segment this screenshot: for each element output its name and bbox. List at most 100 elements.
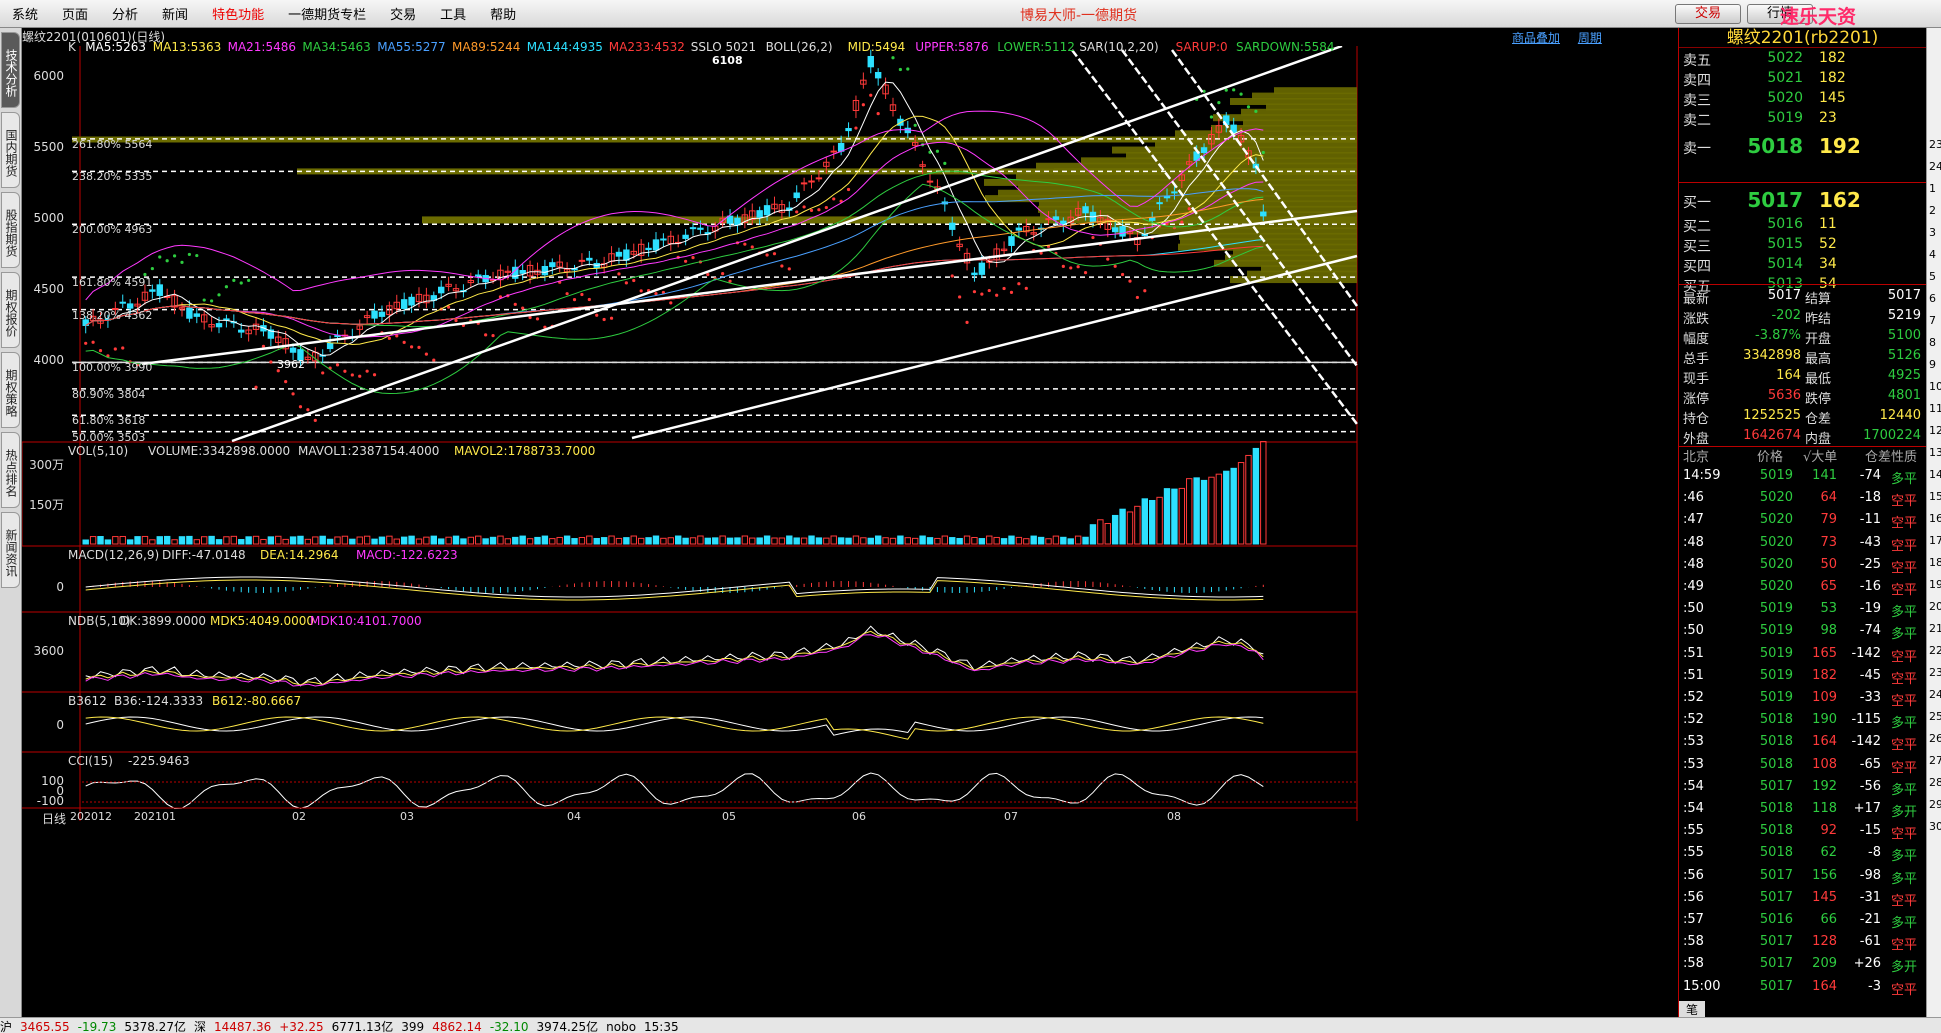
- tick-price: 5020: [1759, 534, 1793, 550]
- vol-title: VOL(5,10): [68, 444, 129, 458]
- tick-nature: 空平: [1891, 560, 1918, 576]
- tick-nature: 多平: [1891, 605, 1918, 621]
- left-tab[interactable]: 新闻资讯: [1, 512, 20, 588]
- menu-item[interactable]: 分析: [100, 4, 150, 23]
- tick-time: :47: [1683, 512, 1704, 528]
- strip-number: 11: [1929, 402, 1941, 415]
- menu-item[interactable]: 新闻: [150, 4, 200, 23]
- menu-item[interactable]: 特色功能: [200, 4, 276, 23]
- stat-value: 4801: [1887, 388, 1921, 403]
- left-tab-bar: 技术分析 国内期货 股指期货 期权报价 期权策略 热点排名 新闻资讯: [0, 28, 22, 1018]
- stat-value: 12440: [1879, 408, 1921, 423]
- ma-indicator-label: LOWER:5112: [997, 40, 1075, 54]
- tick-volume: 92: [1820, 823, 1837, 839]
- status-item: -32.10: [489, 1020, 529, 1033]
- price-axis-label: 4500: [33, 282, 64, 296]
- vol-axis-label: 300万: [29, 458, 64, 472]
- strip-number: 24: [1929, 688, 1941, 701]
- quote-price: 5017: [1747, 188, 1803, 212]
- tick-price: 5018: [1759, 734, 1793, 750]
- tick-oi-change: -18: [1859, 490, 1881, 506]
- tick-nature: 多开: [1891, 960, 1918, 976]
- vol-mavol2: MAVOL2:1788733.7000: [454, 444, 596, 458]
- overlay-goods-link[interactable]: 商品叠加: [1512, 31, 1560, 45]
- fib-level-label: 200.00% 4963: [72, 223, 153, 237]
- tick-price: 5020: [1759, 512, 1793, 528]
- b3612-b612: B612:-80.6667: [212, 694, 302, 708]
- menu-item[interactable]: 系统: [0, 4, 50, 23]
- price-axis-label: 5000: [33, 211, 64, 225]
- left-tab[interactable]: 股指期货: [1, 192, 20, 268]
- tick-row: :53 5018 108 -65 空平: [1679, 757, 1927, 779]
- quote-label: 买三: [1683, 239, 1711, 255]
- strip-number: 1: [1929, 182, 1936, 195]
- tick-row: :49 5020 65 -16 空平: [1679, 579, 1927, 601]
- menu-item[interactable]: 页面: [50, 4, 100, 23]
- tick-volume: 64: [1820, 490, 1837, 506]
- x-axis-label: 日线: [42, 812, 67, 826]
- stat-label: 总手: [1683, 352, 1710, 367]
- date-tick: 04: [567, 810, 581, 823]
- tick-row: :53 5018 164 -142 空平: [1679, 734, 1927, 756]
- bid-row: 买三 5015 52: [1679, 236, 1927, 256]
- stat-value: 1700224: [1863, 428, 1921, 443]
- ma-indicator-label: MID:5494: [847, 40, 906, 54]
- status-item: 深: [193, 1020, 206, 1033]
- tick-row: :48 5020 50 -25 空平: [1679, 557, 1927, 579]
- ma-indicator-label: SAR(10,2,20): [1079, 40, 1159, 54]
- tick-column-header: √大单: [1803, 450, 1838, 465]
- stat-value: 5219: [1887, 308, 1921, 323]
- tick-oi-change: -142: [1851, 645, 1881, 661]
- tick-row: :56 5017 145 -31 空平: [1679, 890, 1927, 912]
- menu-item[interactable]: 交易: [378, 4, 428, 23]
- tick-time: :55: [1683, 845, 1704, 861]
- tick-volume: 66: [1820, 912, 1837, 927]
- quote-label: 卖一: [1683, 141, 1711, 157]
- tick-nature: 空平: [1891, 649, 1918, 665]
- tick-price: 5017: [1759, 889, 1793, 905]
- tick-nature: 多平: [1891, 916, 1918, 931]
- tick-nature: 空平: [1891, 827, 1918, 843]
- tick-price: 5019: [1759, 468, 1793, 483]
- tick-time: :58: [1683, 934, 1704, 950]
- quote-price: 5018: [1747, 134, 1803, 158]
- stat-label: 开盘: [1805, 332, 1832, 347]
- tick-row: :55 5018 92 -15 空平: [1679, 823, 1927, 845]
- tick-row: 15:00 5017 164 -3 空平: [1679, 979, 1927, 1001]
- quote-label: 买一: [1683, 195, 1711, 211]
- vol-value: VOLUME:3342898.0000: [148, 444, 291, 458]
- tick-time: :48: [1683, 556, 1704, 572]
- tick-row: :58 5017 128 -61 空平: [1679, 934, 1927, 956]
- tick-volume: 65: [1820, 579, 1837, 594]
- quote-panel: 螺纹2201(rb2201) 卖五 5022 182 卖四 5021 182 卖三 5020 1…: [1678, 28, 1927, 1017]
- cci-title: CCI(15): [68, 754, 113, 768]
- chart-canvas: [22, 46, 1678, 1017]
- tick-nature: 多平: [1891, 472, 1918, 487]
- menu-item[interactable]: 帮助: [478, 4, 528, 23]
- tick-oi-change: -11: [1859, 512, 1881, 528]
- tick-nature: 空平: [1891, 738, 1918, 754]
- tick-row: :50 5019 98 -74 多平: [1679, 623, 1927, 645]
- menu-item[interactable]: 工具: [428, 4, 478, 23]
- trade-button[interactable]: 交易: [1675, 4, 1741, 24]
- tick-row: :52 5018 190 -115 多平: [1679, 712, 1927, 734]
- strip-number: 28: [1929, 776, 1941, 789]
- menu-item[interactable]: 一德期货专栏: [276, 4, 378, 23]
- tick-volume: 192: [1812, 778, 1837, 794]
- tick-tab[interactable]: 笔: [1679, 1001, 1705, 1017]
- tick-nature: 多平: [1891, 716, 1918, 732]
- ask-row: 卖三 5020 145: [1679, 90, 1927, 110]
- stat-value: 4925: [1887, 368, 1921, 383]
- tick-price: 5020: [1759, 556, 1793, 572]
- date-tick: 202101: [134, 810, 176, 823]
- kline-chart-area[interactable]: 261.80% 5564 238.20% 5335 200.00% 4963 161.…: [22, 40, 1678, 1017]
- tick-volume: 118: [1812, 801, 1837, 816]
- fib-level-label: 100.00% 3990: [72, 361, 153, 375]
- strip-number: 14: [1929, 468, 1941, 481]
- tick-oi-change: -43: [1859, 534, 1881, 550]
- quote-price: 5014: [1767, 256, 1803, 272]
- tick-nature: 空平: [1891, 494, 1918, 510]
- stat-label: 涨跌: [1683, 312, 1710, 327]
- strip-number: 19: [1929, 578, 1941, 591]
- period-link[interactable]: 周期: [1578, 31, 1602, 45]
